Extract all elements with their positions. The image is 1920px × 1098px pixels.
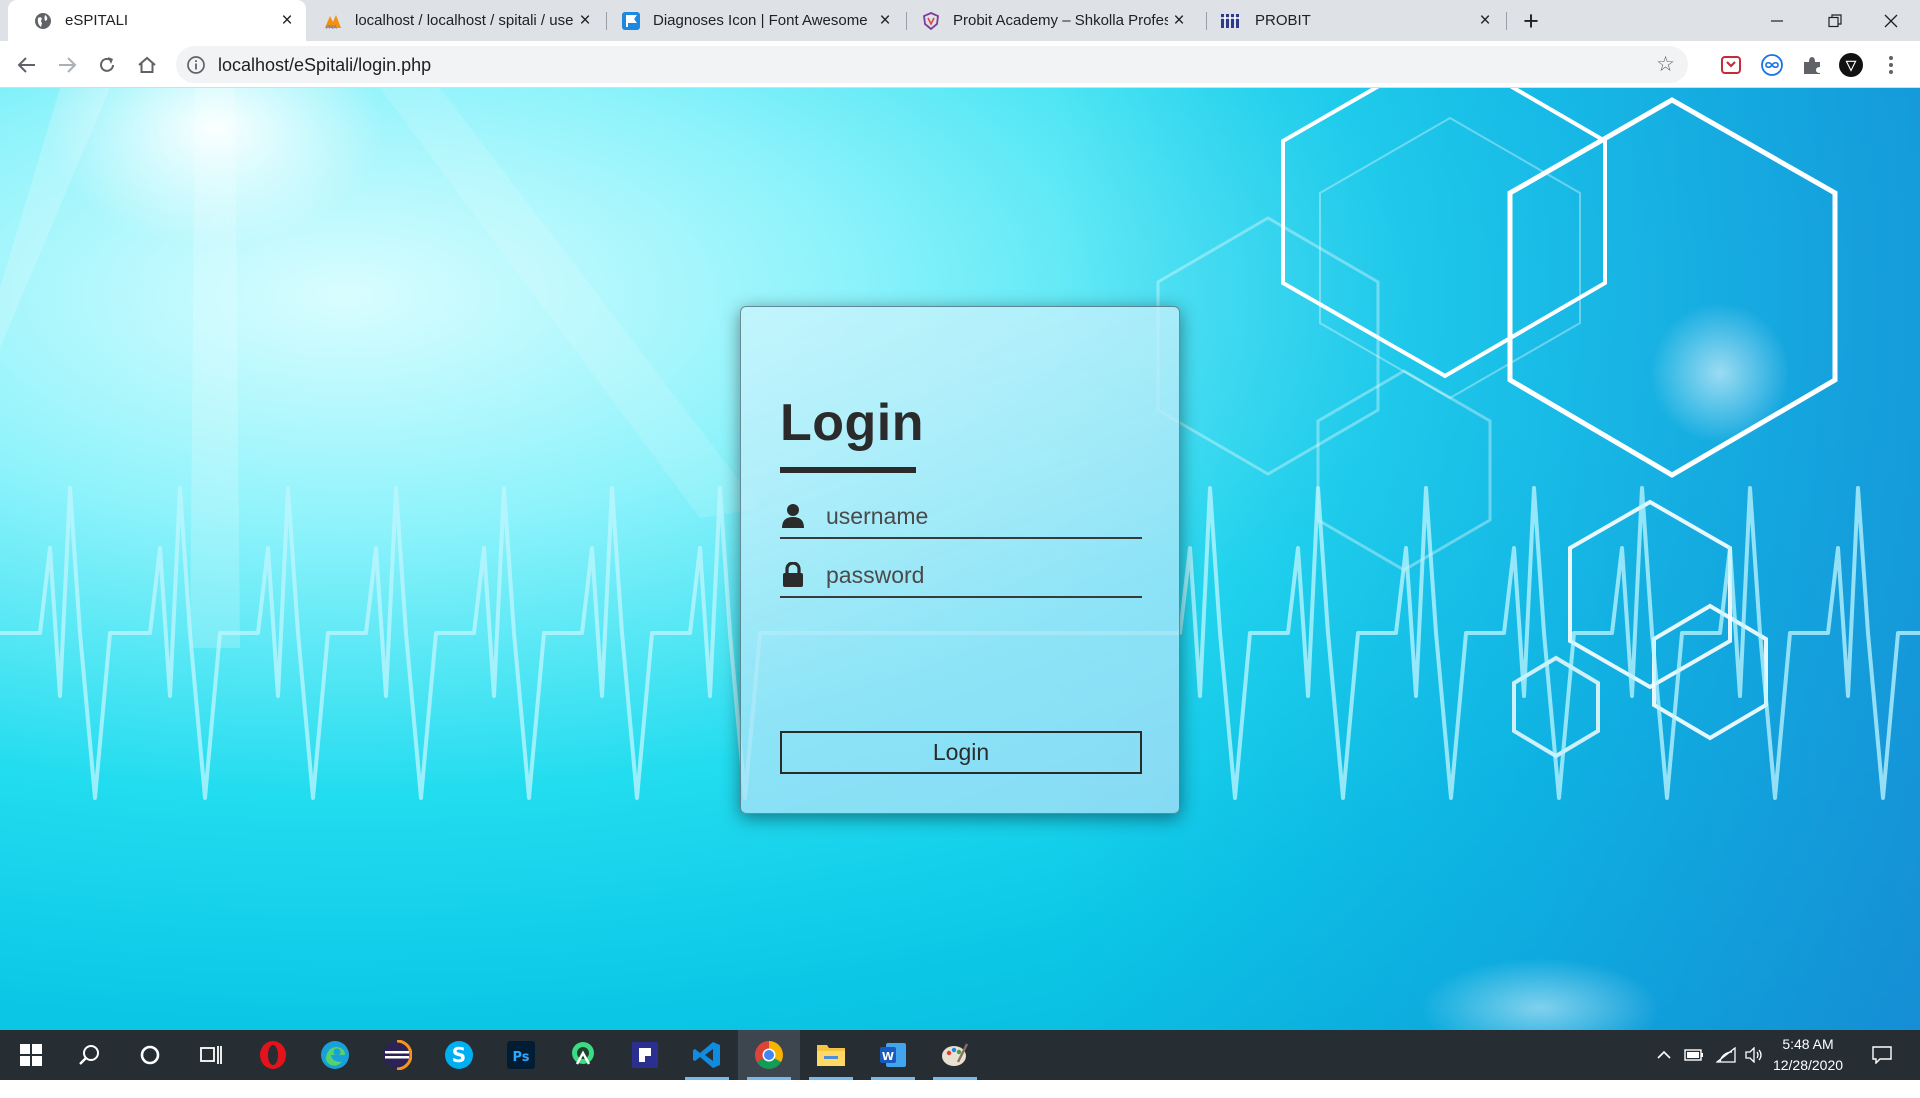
browser-tab-bar: eSPITALI × PMA localhost / localhost / s… — [0, 0, 1920, 41]
opera-icon[interactable] — [242, 1030, 304, 1080]
skype-icon[interactable]: S — [428, 1030, 490, 1080]
minimize-icon — [1771, 19, 1783, 22]
bookmark-star-icon[interactable]: ☆ — [1656, 52, 1675, 77]
close-tab-icon[interactable]: × — [874, 10, 896, 32]
photoshop-icon[interactable]: Ps — [490, 1030, 552, 1080]
probit-icon — [1221, 13, 1240, 28]
login-title: Login — [780, 394, 925, 452]
reload-icon — [100, 57, 114, 72]
notifications-icon[interactable] — [1864, 1030, 1900, 1080]
address-bar[interactable]: localhost/eSpitali/login.php ☆ — [176, 46, 1688, 83]
infinity-extension-icon[interactable] — [1760, 53, 1784, 77]
search-icon[interactable] — [58, 1030, 120, 1080]
close-tab-icon[interactable]: × — [574, 10, 596, 32]
info-icon[interactable] — [186, 55, 206, 75]
new-tab-button[interactable]: + — [1516, 6, 1546, 36]
edge-icon[interactable] — [304, 1030, 366, 1080]
home-button[interactable] — [132, 50, 162, 80]
phpmyadmin-icon: PMA — [325, 14, 341, 30]
lens-flare — [45, 88, 385, 248]
app-icon[interactable] — [614, 1030, 676, 1080]
tab-title: Probit Academy – Shkolla Profesionale — [953, 12, 1168, 29]
restore-button[interactable] — [1806, 0, 1864, 41]
svg-text:Ps: Ps — [512, 1050, 529, 1065]
paint-icon[interactable] — [924, 1030, 986, 1080]
pocket-icon[interactable] — [1719, 53, 1743, 77]
tab-title: localhost / localhost / spitali / users — [355, 12, 574, 29]
svg-text:S: S — [452, 1043, 466, 1067]
eclipse-icon[interactable] — [366, 1030, 428, 1080]
close-icon — [1884, 14, 1898, 27]
volume-icon[interactable] — [1742, 1030, 1766, 1080]
file-explorer-icon[interactable] — [800, 1030, 862, 1080]
close-tab-icon[interactable]: × — [1474, 10, 1496, 32]
browser-toolbar: localhost/eSpitali/login.php ☆ — [0, 41, 1920, 88]
tab-probit-academy[interactable]: Probit Academy – Shkolla Profesionale × — [906, 0, 1204, 41]
android-studio-icon[interactable] — [552, 1030, 614, 1080]
close-tab-icon[interactable]: × — [276, 10, 298, 32]
windows-taskbar: S Ps W 5:48 AM 12/28/2020 — [0, 1030, 1920, 1080]
login-button[interactable]: Login — [780, 731, 1142, 774]
login-card: Login Login — [740, 306, 1180, 814]
user-icon — [782, 504, 804, 528]
home-icon — [138, 56, 156, 73]
screen-bottom-margin — [0, 1080, 1920, 1098]
windows-start-icon[interactable] — [0, 1030, 62, 1080]
chrome-icon[interactable] — [738, 1030, 800, 1080]
word-icon[interactable]: W — [862, 1030, 924, 1080]
close-tab-icon[interactable]: × — [1168, 10, 1190, 32]
lock-icon — [783, 562, 803, 587]
battery-icon[interactable] — [1682, 1030, 1706, 1080]
menu-dots-icon[interactable] — [1879, 53, 1903, 77]
forward-button[interactable] — [52, 50, 82, 80]
close-window-button[interactable] — [1862, 0, 1920, 41]
svg-text:PMA: PMA — [326, 25, 337, 30]
username-field — [780, 497, 1142, 539]
vscode-icon[interactable] — [676, 1030, 738, 1080]
tab-probit[interactable]: PROBIT × — [1206, 0, 1504, 41]
profile-avatar-icon[interactable] — [1839, 53, 1863, 77]
system-clock[interactable]: 5:48 AM 12/28/2020 — [1768, 1034, 1848, 1076]
arrow-right-icon — [59, 57, 77, 73]
url-text[interactable]: localhost/eSpitali/login.php — [218, 55, 431, 76]
arrow-left-icon — [17, 57, 35, 73]
password-input[interactable] — [826, 558, 1136, 592]
tab-espitali[interactable]: eSPITALI × — [8, 0, 306, 41]
svg-text:W: W — [882, 1050, 894, 1063]
username-input[interactable] — [826, 499, 1136, 533]
restore-icon — [1828, 13, 1842, 27]
wifi-icon[interactable] — [1714, 1030, 1738, 1080]
show-hidden-icons-icon[interactable] — [1652, 1030, 1676, 1080]
minimize-button[interactable] — [1748, 0, 1806, 41]
lens-flare — [1650, 303, 1790, 443]
reload-button[interactable] — [92, 50, 122, 80]
login-page: Login Login — [0, 88, 1920, 1030]
font-awesome-icon — [622, 11, 640, 30]
tab-title: PROBIT — [1255, 12, 1311, 29]
clock-date: 12/28/2020 — [1772, 1057, 1844, 1073]
globe-icon — [35, 12, 51, 29]
password-field — [780, 556, 1142, 598]
title-underline — [780, 467, 916, 473]
tab-title: Diagnoses Icon | Font Awesome — [653, 12, 868, 29]
tab-title: eSPITALI — [65, 12, 129, 29]
task-view-icon[interactable] — [180, 1030, 242, 1080]
cortana-icon[interactable] — [119, 1030, 181, 1080]
clock-time: 5:48 AM — [1782, 1036, 1834, 1052]
lens-flare — [1420, 958, 1660, 1030]
tab-font-awesome[interactable]: Diagnoses Icon | Font Awesome × — [606, 0, 904, 41]
tab-phpmyadmin[interactable]: PMA localhost / localhost / spitali / us… — [306, 0, 604, 41]
probit-academy-icon — [923, 11, 939, 30]
puzzle-extensions-icon[interactable] — [1800, 53, 1824, 77]
back-button[interactable] — [12, 50, 42, 80]
